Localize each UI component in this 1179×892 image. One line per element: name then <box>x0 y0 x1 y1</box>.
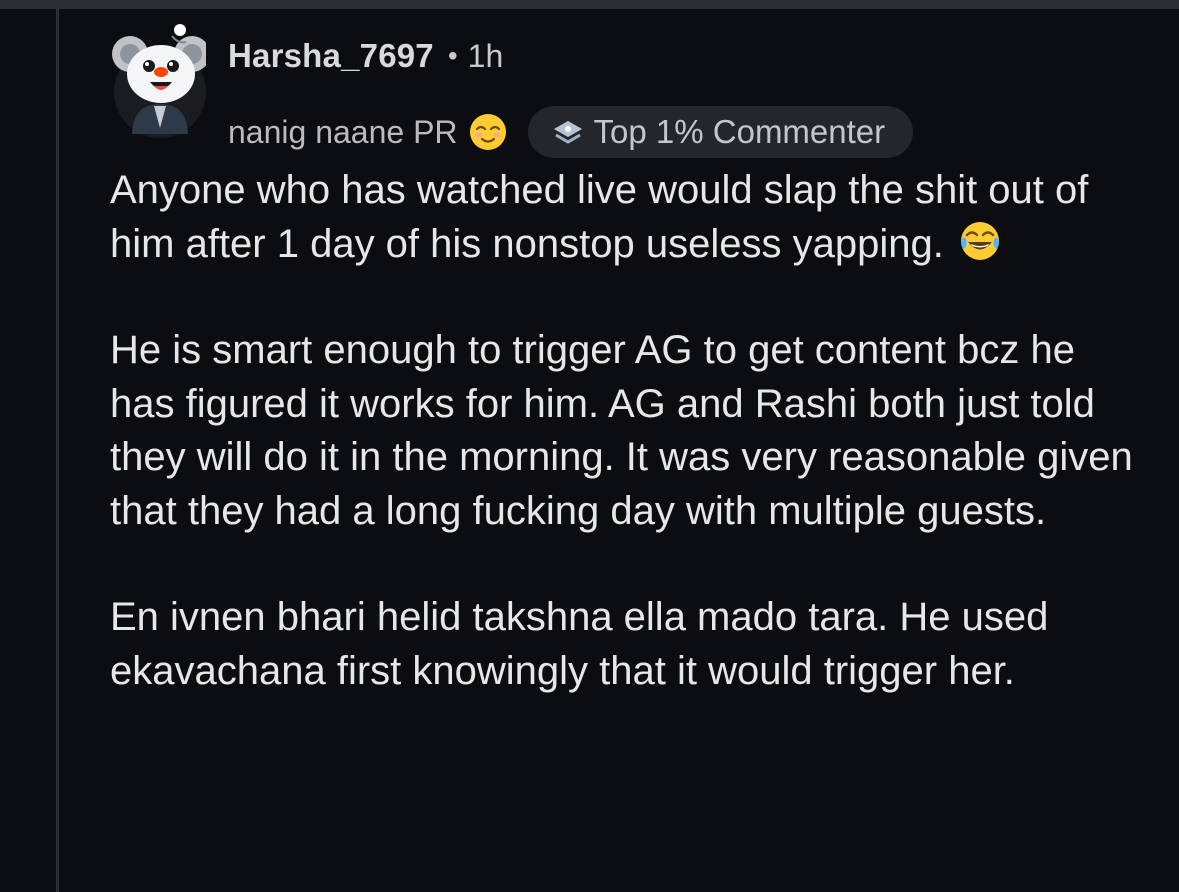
badge-label: Top 1% Commenter <box>593 113 886 150</box>
user-flair: nanig naane PR <box>228 113 458 150</box>
comment-paragraph: He is smart enough to trigger AG to get … <box>110 328 1133 533</box>
top-divider <box>0 0 1179 9</box>
comment-paragraph: Anyone who has watched live would slap t… <box>110 164 1150 271</box>
avatar[interactable] <box>110 24 206 138</box>
meta-separator: • <box>447 40 458 71</box>
paragraph-text: Anyone who has watched live would slap t… <box>110 168 1089 266</box>
comment-body: Anyone who has watched live would slap t… <box>110 164 1150 698</box>
tears-of-joy-icon <box>960 221 999 260</box>
timestamp[interactable]: 1h <box>468 38 504 75</box>
meta-row-author: Harsha_7697 • 1h <box>228 32 913 80</box>
meta-row-flair: nanig naane PR Top 1% Commenter <box>228 106 914 158</box>
username-link[interactable]: Harsha_7697 <box>228 37 434 75</box>
comment-paragraph: En ivnen bhari helid takshna ella mado t… <box>110 595 1049 693</box>
comment-badge-icon <box>553 121 582 144</box>
thread-line[interactable] <box>56 9 59 892</box>
relieved-face-icon <box>469 114 506 150</box>
comment-meta: Harsha_7697 • 1h nanig naane PR Top 1% C… <box>228 32 914 158</box>
snoo-avatar-icon <box>112 24 206 134</box>
achievement-badge[interactable]: Top 1% Commenter <box>527 106 914 158</box>
